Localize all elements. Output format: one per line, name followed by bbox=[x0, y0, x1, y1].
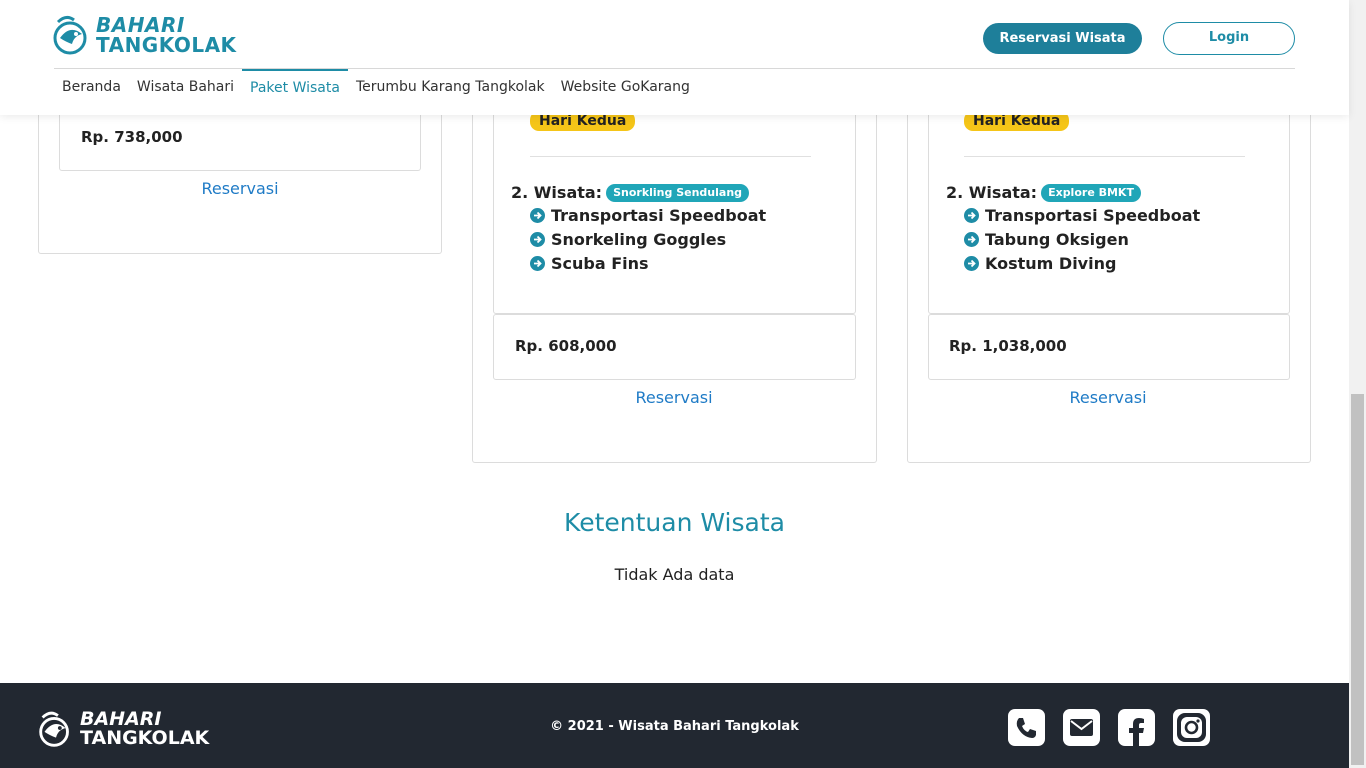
reservasi-link-1[interactable]: Reservasi bbox=[140, 179, 340, 198]
nav-item-website-gokarang[interactable]: Website GoKarang bbox=[553, 69, 698, 107]
wisata-badge-3: Explore BMKT bbox=[1041, 183, 1141, 202]
wisata-prefix-3: 2. Wisata: bbox=[946, 183, 1038, 202]
package-price-1: Rp. 738,000 bbox=[81, 128, 183, 146]
arrow-circle-icon bbox=[530, 208, 545, 223]
arrow-circle-icon bbox=[964, 256, 979, 271]
package-item-2-1: Transportasi Speedboat bbox=[530, 206, 766, 225]
logo-text: BAHARI TANGKOLAK bbox=[96, 15, 237, 55]
separator-3 bbox=[964, 156, 1245, 157]
reservasi-link-3[interactable]: Reservasi bbox=[1008, 388, 1208, 407]
arrow-circle-icon bbox=[530, 256, 545, 271]
package-item-label: Transportasi Speedboat bbox=[985, 206, 1201, 225]
scrollbar-thumb[interactable] bbox=[1351, 394, 1364, 765]
package-item-label: Tabung Oksigen bbox=[985, 230, 1129, 249]
arrow-circle-icon bbox=[530, 232, 545, 247]
ketentuan-title: Ketentuan Wisata bbox=[564, 508, 785, 537]
login-button[interactable]: Login bbox=[1163, 22, 1295, 55]
package-item-label: Transportasi Speedboat bbox=[551, 206, 767, 225]
main-nav: Beranda Wisata Bahari Paket Wisata Terum… bbox=[54, 69, 698, 107]
site-header: BAHARI TANGKOLAK Reservasi Wisata Login … bbox=[0, 0, 1349, 115]
package-item-3-2: Tabung Oksigen bbox=[964, 230, 1129, 249]
facebook-icon[interactable] bbox=[1118, 709, 1155, 746]
logo-line-1: BAHARI bbox=[96, 13, 185, 37]
package-item-label: Snorkeling Goggles bbox=[551, 230, 727, 249]
package-price-2: Rp. 608,000 bbox=[515, 337, 617, 355]
instagram-icon[interactable] bbox=[1173, 709, 1210, 746]
fish-logo-icon bbox=[53, 15, 87, 55]
phone-icon[interactable] bbox=[1008, 709, 1045, 746]
email-icon[interactable] bbox=[1063, 709, 1100, 746]
nav-item-wisata-bahari[interactable]: Wisata Bahari bbox=[129, 69, 242, 107]
arrow-circle-icon bbox=[964, 208, 979, 223]
wisata-title-3: 2. Wisata: Explore BMKT bbox=[946, 183, 1141, 202]
package-item-2-2: Snorkeling Goggles bbox=[530, 230, 726, 249]
package-item-label: Scuba Fins bbox=[551, 254, 649, 273]
site-footer: BAHARI TANGKOLAK © 2021 - Wisata Bahari … bbox=[0, 683, 1349, 768]
package-item-3-1: Transportasi Speedboat bbox=[964, 206, 1200, 225]
package-item-2-3: Scuba Fins bbox=[530, 254, 649, 273]
nav-item-beranda[interactable]: Beranda bbox=[54, 69, 129, 107]
wisata-badge-2: Snorkling Sendulang bbox=[606, 183, 750, 202]
wisata-prefix-2: 2. Wisata: bbox=[511, 183, 603, 202]
nav-item-terumbu-karang[interactable]: Terumbu Karang Tangkolak bbox=[348, 69, 553, 107]
package-item-3-3: Kostum Diving bbox=[964, 254, 1116, 273]
nav-item-paket-wisata[interactable]: Paket Wisata bbox=[242, 69, 348, 107]
arrow-circle-icon bbox=[964, 232, 979, 247]
package-price-3: Rp. 1,038,000 bbox=[949, 337, 1067, 355]
reservasi-link-2[interactable]: Reservasi bbox=[574, 388, 774, 407]
logo-line-2: TANGKOLAK bbox=[96, 33, 237, 57]
ketentuan-empty-text: Tidak Ada data bbox=[614, 565, 735, 584]
package-item-label: Kostum Diving bbox=[985, 254, 1117, 273]
reservasi-wisata-button[interactable]: Reservasi Wisata bbox=[983, 23, 1142, 54]
separator-2 bbox=[530, 156, 811, 157]
wisata-title-2: 2. Wisata: Snorkling Sendulang bbox=[511, 183, 750, 202]
social-links bbox=[1008, 709, 1228, 746]
site-logo[interactable]: BAHARI TANGKOLAK bbox=[52, 12, 237, 58]
